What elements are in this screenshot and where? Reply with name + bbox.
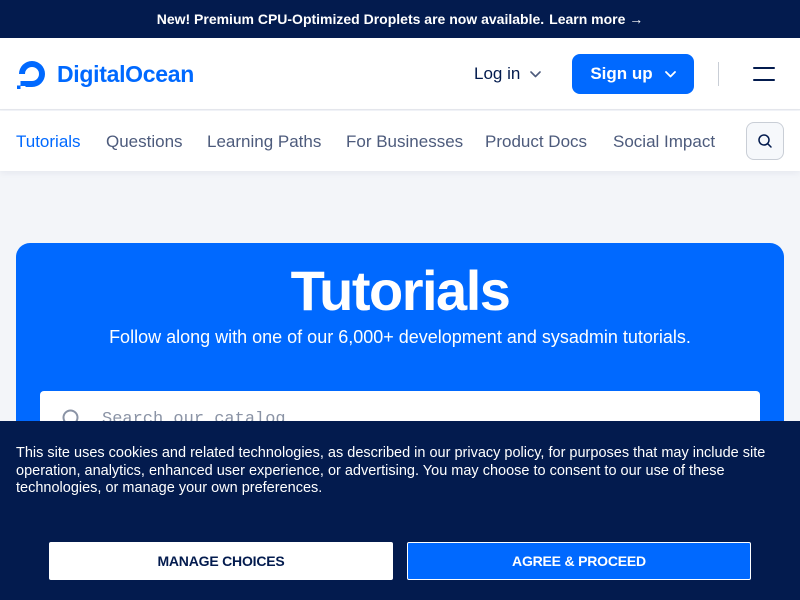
manage-choices-button[interactable]: MANAGE CHOICES [49, 542, 393, 580]
banner-text: New! Premium CPU-Optimized Droplets are … [156, 11, 545, 27]
digitalocean-logo-icon [17, 61, 45, 89]
announcement-banner: New! Premium CPU-Optimized Droplets are … [0, 0, 800, 38]
agree-proceed-button[interactable]: AGREE & PROCEED [407, 542, 751, 580]
nav-product-docs[interactable]: Product Docs [485, 132, 587, 152]
signup-label: Sign up [590, 64, 653, 83]
login-label: Log in [474, 64, 521, 83]
nav-learning-paths[interactable]: Learning Paths [207, 132, 321, 152]
nav-tutorials[interactable]: Tutorials [16, 132, 81, 152]
site-header: DigitalOcean Log in Sign up [0, 38, 800, 110]
logo-text: DigitalOcean [57, 60, 194, 87]
cookie-message: This site uses cookies and related techn… [16, 445, 766, 496]
cookie-consent-banner: This site uses cookies and related techn… [0, 421, 800, 600]
page-title: Tutorials [290, 259, 511, 322]
search-icon [758, 134, 772, 148]
nav-search-button[interactable] [746, 122, 784, 160]
nav-social-impact[interactable]: Social Impact [613, 132, 715, 152]
nav-for-businesses[interactable]: For Businesses [346, 132, 463, 152]
learn-more-link[interactable]: Learn more → [549, 11, 643, 27]
logo[interactable]: DigitalOcean [16, 58, 194, 90]
chevron-down-icon [530, 70, 542, 77]
hero-subtitle: Follow along with one of our 6,000+ deve… [109, 327, 691, 347]
signup-button[interactable]: Sign up [572, 54, 694, 94]
login-button[interactable]: Log in [474, 64, 542, 84]
header-divider [718, 62, 719, 86]
chevron-down-icon [664, 70, 676, 77]
hamburger-menu-icon[interactable] [752, 64, 776, 84]
tutorials-hero: Tutorials Follow along with one of our 6… [16, 243, 784, 443]
nav-questions[interactable]: Questions [106, 132, 183, 152]
secondary-nav: Tutorials Questions Learning Paths For B… [0, 111, 800, 171]
